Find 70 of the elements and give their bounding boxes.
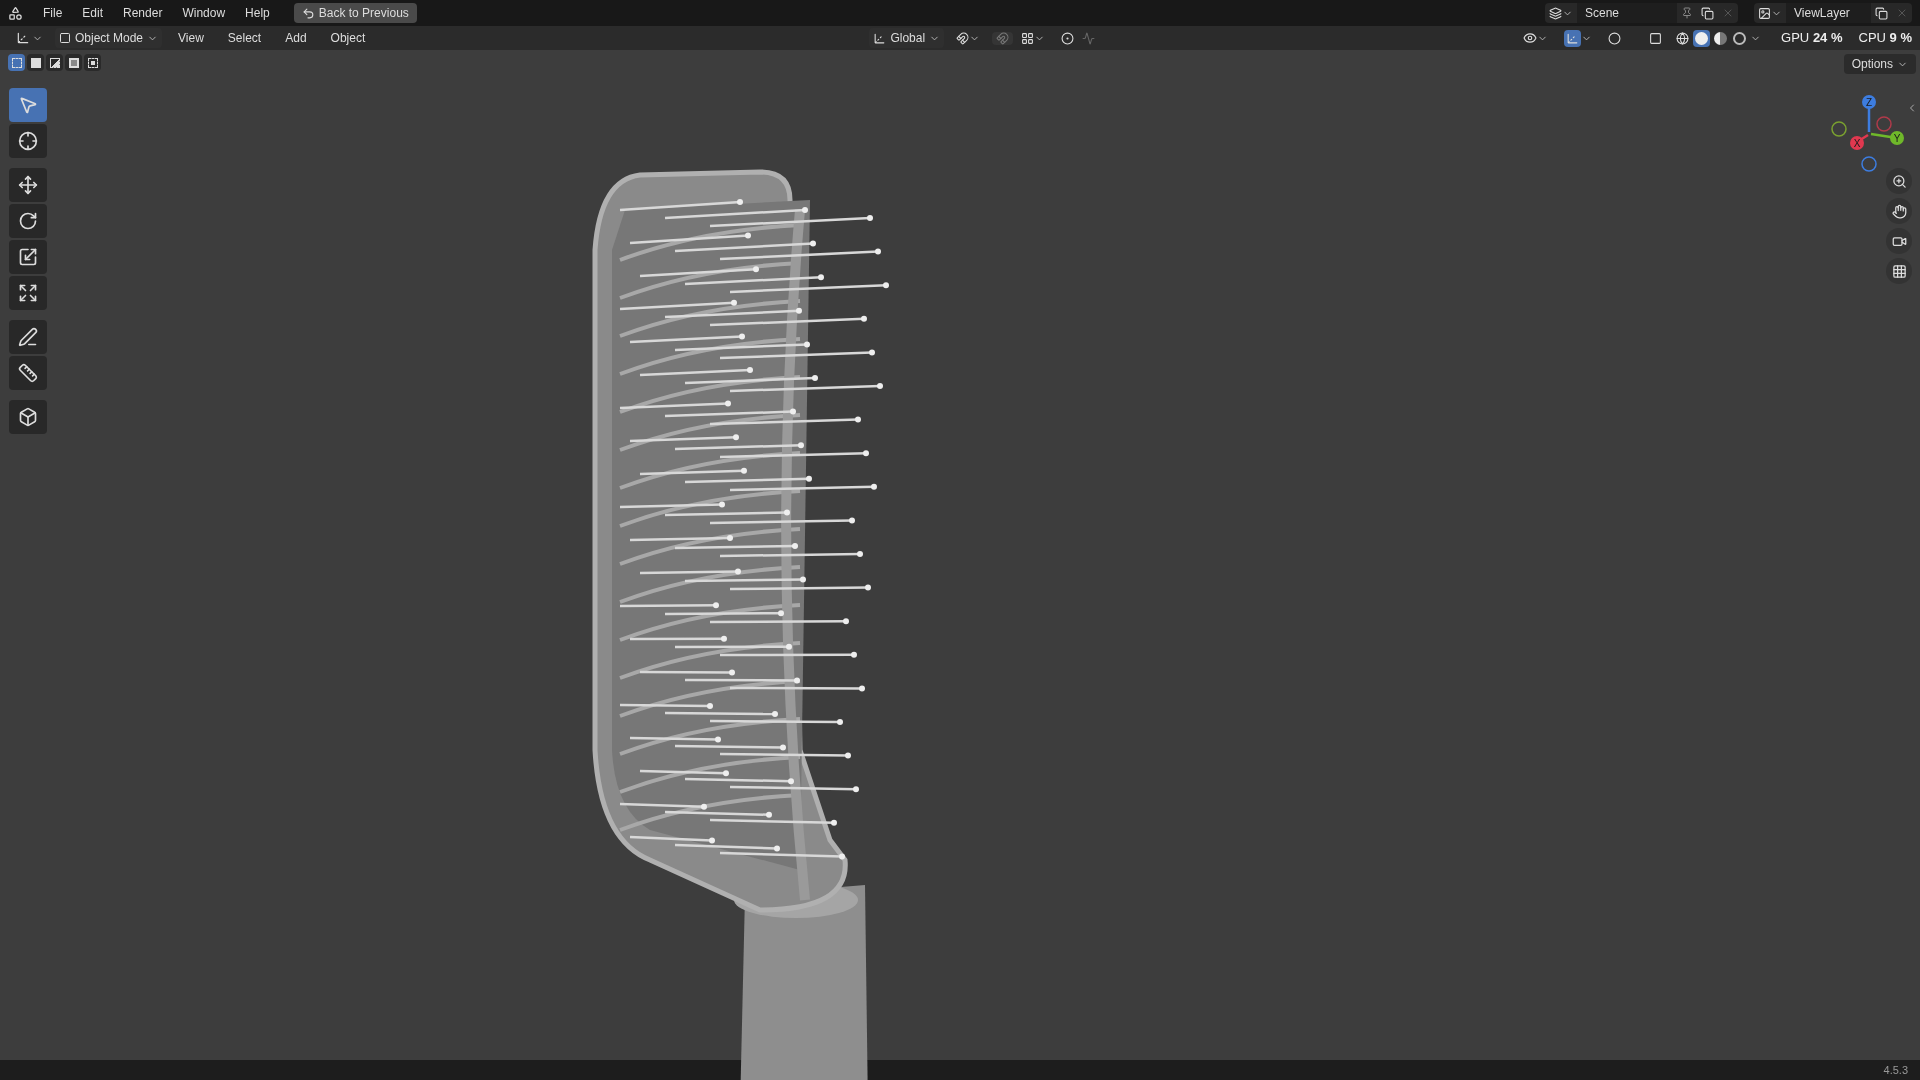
scene-name[interactable]: Scene [1577, 3, 1677, 23]
pin-icon[interactable] [1681, 7, 1693, 19]
select-mode-button[interactable] [65, 54, 82, 71]
cursor-icon [18, 131, 38, 151]
options-dropdown[interactable]: Options [1843, 54, 1916, 74]
rotate-icon [18, 211, 38, 231]
grid-icon[interactable] [1891, 263, 1907, 279]
scale-icon [18, 247, 38, 267]
menu-item[interactable]: Add [277, 29, 315, 47]
menu-item[interactable]: Edit [74, 4, 112, 22]
view-layer-selector[interactable]: ViewLayer [1754, 3, 1912, 23]
mode-dropdown[interactable]: Object Mode [55, 28, 163, 48]
select-mode-button[interactable] [46, 54, 63, 71]
tool-button[interactable] [9, 168, 47, 202]
axis-handle[interactable]: Y [1870, 131, 1904, 145]
tool-button[interactable] [9, 400, 47, 434]
add-cube-icon [18, 407, 38, 427]
image-icon [1758, 6, 1771, 20]
copy-icon[interactable] [1701, 6, 1714, 20]
tool-button[interactable] [9, 240, 47, 274]
editor-type-icon[interactable] [16, 31, 30, 45]
select-box-icon [18, 95, 38, 115]
snap-icon[interactable] [996, 31, 1010, 45]
shading-button[interactable] [1693, 29, 1711, 47]
negative-axis-handle[interactable] [1831, 121, 1847, 137]
select-mode-button[interactable] [8, 54, 25, 71]
shading-button[interactable] [1674, 29, 1692, 47]
overlay-icon[interactable] [1608, 31, 1622, 45]
gizmo-icon [1566, 31, 1580, 45]
tool-button[interactable] [9, 320, 47, 354]
view-layer-name[interactable]: ViewLayer [1786, 3, 1871, 23]
tool-button[interactable] [9, 276, 47, 310]
proportional-edit-icon[interactable] [1061, 31, 1075, 45]
falloff-icon[interactable] [1082, 31, 1096, 45]
square-icon [59, 32, 71, 44]
select-mode-button[interactable] [84, 54, 101, 71]
menu-item[interactable]: Object [322, 29, 374, 47]
ruler-icon [18, 363, 38, 383]
transform-icon [18, 283, 38, 303]
scene-selector[interactable]: Scene [1545, 3, 1738, 23]
version-label: 4.5.3 [1883, 1062, 1908, 1078]
tool-button[interactable] [9, 124, 47, 158]
tool-button[interactable] [9, 204, 47, 238]
menu-item[interactable]: File [35, 4, 71, 22]
app-logo-icon[interactable] [8, 5, 23, 21]
scene-icon [1549, 6, 1562, 20]
pencil-icon [18, 327, 38, 347]
stat-readout: CPU 9 % [1858, 29, 1912, 48]
gizmo-toggle[interactable] [1564, 29, 1582, 47]
xray-icon[interactable] [1649, 31, 1663, 45]
negative-axis-handle[interactable] [1861, 156, 1877, 172]
menu-item[interactable]: Select [219, 29, 270, 47]
stat-readout: GPU 24 % [1781, 29, 1843, 48]
visibility-icon[interactable] [1523, 31, 1538, 45]
menu-item[interactable]: Help [237, 4, 278, 22]
menu-item[interactable]: Window [174, 4, 234, 22]
select-mode-button[interactable] [27, 54, 44, 71]
orientation-dropdown[interactable]: Global [869, 28, 945, 48]
axis-handle[interactable]: Z [1862, 95, 1876, 132]
snap-grid-icon[interactable] [1021, 31, 1035, 45]
copy-icon[interactable] [1875, 6, 1888, 20]
zoom-icon[interactable] [1891, 173, 1907, 189]
tool-button[interactable] [9, 356, 47, 390]
menu-item[interactable]: View [170, 29, 212, 47]
axes-icon [873, 31, 887, 45]
negative-axis-handle[interactable] [1876, 116, 1892, 132]
menu-item[interactable]: Render [115, 4, 171, 22]
back-to-previous-button[interactable]: Back to Previous [293, 3, 417, 23]
move-icon [18, 175, 38, 195]
hand-icon[interactable] [1891, 203, 1907, 219]
